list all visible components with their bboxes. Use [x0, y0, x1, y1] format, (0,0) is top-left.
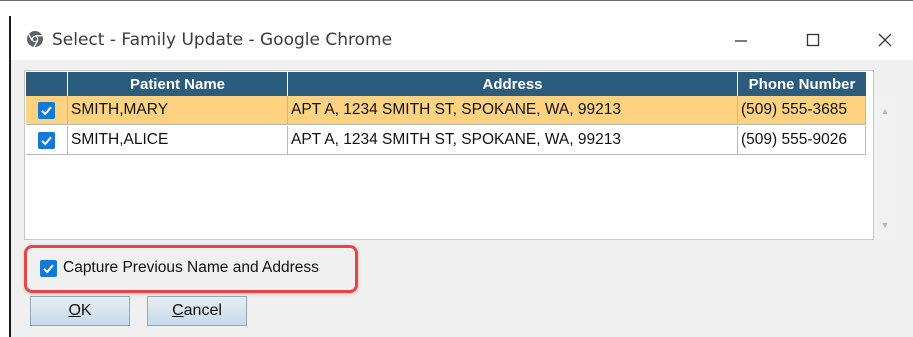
chrome-logo-icon: [26, 30, 44, 48]
row-checkbox-cell[interactable]: [26, 126, 68, 155]
ok-mnemonic: O: [68, 302, 81, 319]
column-header-address[interactable]: Address: [288, 72, 738, 96]
minimize-button[interactable]: [718, 22, 764, 58]
close-button[interactable]: [862, 22, 908, 58]
row-checkbox-cell[interactable]: [26, 96, 68, 125]
checkmark-icon: [43, 264, 54, 274]
phone-cell: (509) 555-3685: [738, 96, 866, 125]
cancel-mnemonic: C: [172, 302, 184, 319]
row-checkbox[interactable]: [38, 131, 55, 149]
minimize-icon: [735, 40, 747, 42]
cancel-button[interactable]: Cancel: [147, 296, 247, 326]
column-header-select[interactable]: [26, 72, 68, 96]
table-row[interactable]: SMITH,ALICE APT A, 1234 SMITH ST, SPOKAN…: [26, 126, 866, 155]
column-header-phone[interactable]: Phone Number: [738, 72, 866, 96]
ok-button[interactable]: OK: [30, 296, 130, 326]
window-frame-top: [0, 0, 913, 10]
vertical-scrollbar[interactable]: [874, 96, 896, 240]
ok-label-rest: K: [80, 302, 92, 319]
scroll-up-arrow-icon[interactable]: ▲: [879, 106, 891, 116]
capture-previous-checkbox[interactable]: [40, 260, 57, 277]
patient-name-cell: SMITH,ALICE: [68, 126, 288, 155]
row-checkbox[interactable]: [38, 101, 55, 119]
cancel-label-rest: ancel: [183, 302, 222, 319]
address-cell: APT A, 1234 SMITH ST, SPOKANE, WA, 99213: [288, 126, 738, 155]
close-icon: [878, 33, 892, 47]
table-row[interactable]: SMITH,MARY APT A, 1234 SMITH ST, SPOKANE…: [26, 96, 866, 125]
column-header-patient-name[interactable]: Patient Name: [68, 72, 288, 96]
capture-previous-label[interactable]: Capture Previous Name and Address: [63, 259, 319, 277]
scroll-down-arrow-icon[interactable]: ▼: [879, 220, 891, 230]
maximize-icon: [806, 33, 820, 47]
address-cell: APT A, 1234 SMITH ST, SPOKANE, WA, 99213: [288, 96, 738, 125]
checkmark-icon: [41, 136, 52, 145]
maximize-button[interactable]: [790, 22, 836, 58]
window-title: Select - Family Update - Google Chrome: [52, 30, 393, 50]
patient-name-cell: SMITH,MARY: [68, 96, 288, 125]
phone-cell: (509) 555-9026: [738, 126, 866, 155]
checkmark-icon: [41, 106, 52, 115]
